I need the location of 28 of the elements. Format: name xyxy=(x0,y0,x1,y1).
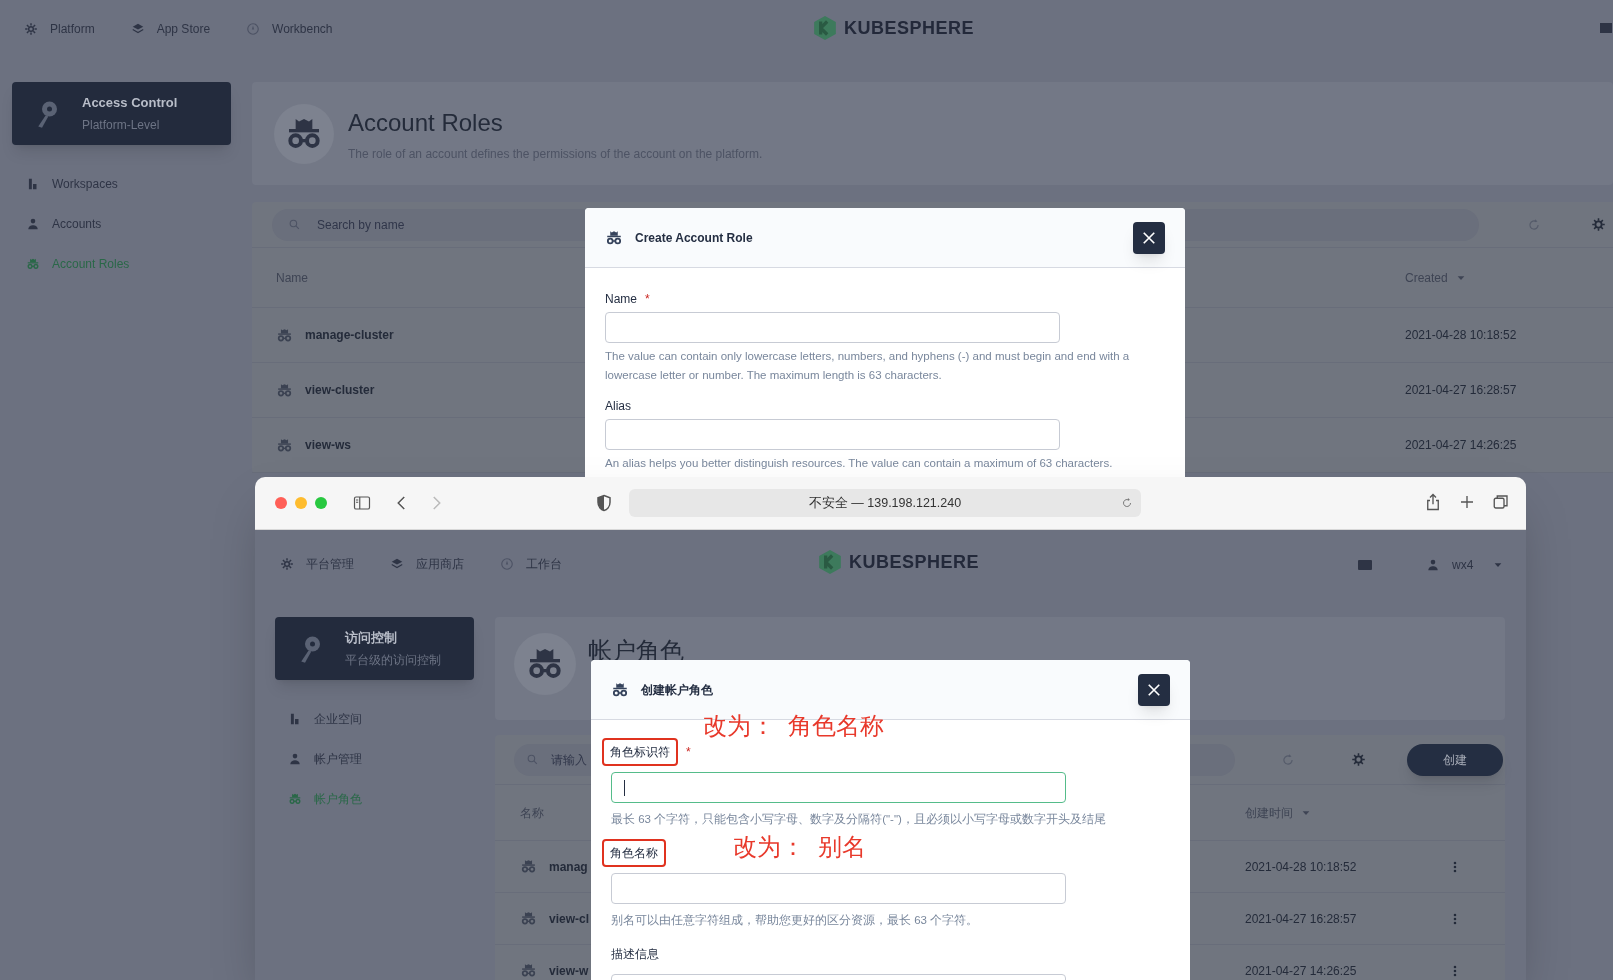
field-hint: 别名可以由任意字符组成，帮助您更好的区分资源，最长 63 个字符。 xyxy=(611,913,980,928)
required-mark: * xyxy=(645,291,650,308)
field-label: Name xyxy=(605,291,637,308)
field-hint: The value can contain only lowercase letters, numbers, and hyphens (-) and must begin and end with a lowercase letter or number. The maximum length is 63 characters. xyxy=(605,349,1131,383)
field-label: 角色名称 xyxy=(602,839,666,867)
sidebar-title: 访问控制 xyxy=(345,628,398,647)
dialog-title: Create Account Role xyxy=(635,229,753,247)
logo-text: KUBESPHERE xyxy=(849,550,980,574)
field-label: 描述信息 xyxy=(611,946,659,963)
field-label: 角色标识符 xyxy=(602,738,678,766)
field-hint: 最长 63 个字符，只能包含小写字母、数字及分隔符("-")，且必须以小写字母或数字开头及结尾 xyxy=(611,812,1107,827)
table-cell-text: 2021-04-28 10:18:52 xyxy=(1405,327,1518,344)
logo-text: KUBESPHERE xyxy=(844,16,975,40)
sidebar-title: Access Control xyxy=(82,93,178,112)
page-title: Account Roles xyxy=(348,107,504,138)
sidebar-subtitle: 平台级的访问控制 xyxy=(345,652,441,670)
table-cell-text: 2021-04-27 14:26:25 xyxy=(1405,437,1518,454)
table-cell-text: 2021-04-27 16:28:57 xyxy=(1405,382,1518,399)
field-hint: An alias helps you better distinguish resources. The value can contain a maximum of 63 characters. xyxy=(605,456,1114,471)
annotation-text: 改为： 别名 xyxy=(733,835,867,859)
table-cell-text: 2021-04-27 16:28:57 xyxy=(1245,910,1358,928)
required-mark: * xyxy=(686,744,691,761)
table-cell-text: 2021-04-28 10:18:52 xyxy=(1245,858,1358,876)
dialog-title: 创建帐户角色 xyxy=(641,681,713,699)
field-label: Alias xyxy=(605,398,631,415)
table-cell-text: 2021-04-27 14:26:25 xyxy=(1245,962,1358,980)
sidebar-subtitle: Platform-Level xyxy=(82,117,161,135)
annotation-text: 改为： 角色名称 xyxy=(703,714,885,738)
